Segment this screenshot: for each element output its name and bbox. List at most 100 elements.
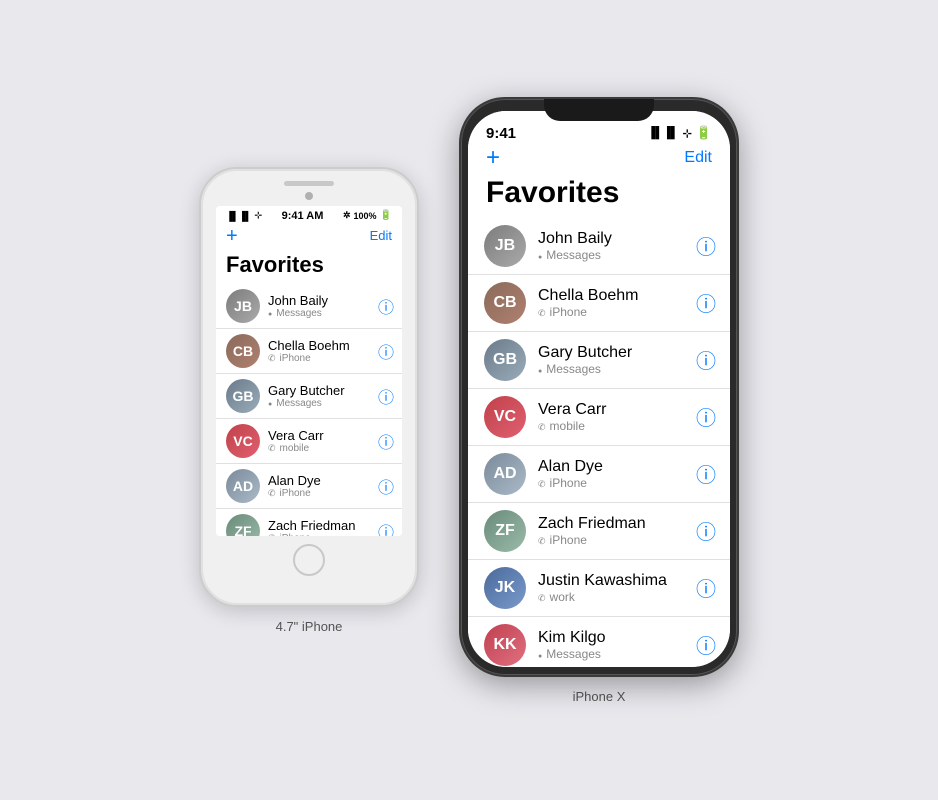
x-contact-item[interactable]: CB Chella Boehm iPhone ⓘ [468,275,730,332]
contact-name: Gary Butcher [538,344,696,362]
x-right-status-icons: ▐▌▐▌ ⊹ 🔋 [647,125,712,141]
phone-sub-icon [538,305,548,319]
x-nav-bar: + Edit [468,144,730,174]
phone-sub-icon [538,419,548,433]
info-button[interactable]: ⓘ [378,519,394,536]
contact-sub: iPhone [268,353,378,364]
contact-name: Vera Carr [268,428,378,443]
battery-label: 100% [354,211,377,221]
contact-avatar: AD [484,453,526,495]
contact-name: Alan Dye [538,458,696,476]
se-contact-item[interactable]: JB John Baily Messages ⓘ [216,284,402,329]
contact-avatar: VC [484,396,526,438]
se-contact-item[interactable]: ZF Zach Friedman iPhone ⓘ [216,509,402,536]
wifi-icon: ⊹ [255,210,263,221]
contact-name: Gary Butcher [268,383,378,398]
contact-info: Chella Boehm iPhone [268,338,378,364]
se-screen: ▐▌▐▌ ⊹ 9:41 AM ✲ 100% 🔋 + Edit Favorites [216,206,402,536]
x-contact-item[interactable]: JB John Baily Messages ⓘ [468,218,730,275]
x-signal-bars-icon: ▐▌▐▌ [647,127,678,139]
x-add-button[interactable]: + [486,146,500,170]
phone-sub-icon [538,590,548,604]
contact-name: Vera Carr [538,401,696,419]
info-button[interactable]: ⓘ [696,459,716,488]
info-button[interactable]: ⓘ [378,294,394,318]
info-button[interactable]: ⓘ [378,339,394,363]
se-add-button[interactable]: + [226,226,238,246]
x-wifi-icon: ⊹ [683,127,692,140]
se-speaker [284,181,334,186]
se-device-wrapper: ▐▌▐▌ ⊹ 9:41 AM ✲ 100% 🔋 + Edit Favorites [199,167,419,634]
contact-sub: work [538,590,696,604]
contact-name: Alan Dye [268,473,378,488]
info-button[interactable]: ⓘ [378,384,394,408]
contact-name: Zach Friedman [268,518,378,533]
info-button[interactable]: ⓘ [696,288,716,317]
info-button[interactable]: ⓘ [696,573,716,602]
msg-dot-icon [538,248,544,262]
contact-avatar: GB [226,379,260,413]
x-contact-item[interactable]: VC Vera Carr mobile ⓘ [468,389,730,446]
se-right-status-icons: ✲ 100% 🔋 [343,210,392,221]
contact-sub: iPhone [538,476,696,490]
contact-name: Justin Kawashima [538,572,696,590]
se-contact-item[interactable]: AD Alan Dye iPhone ⓘ [216,464,402,509]
x-notch [544,99,654,121]
iphone-se-device: ▐▌▐▌ ⊹ 9:41 AM ✲ 100% 🔋 + Edit Favorites [199,167,419,607]
contact-info: John Baily Messages [268,293,378,319]
x-contact-item[interactable]: JK Justin Kawashima work ⓘ [468,560,730,617]
contact-avatar: JB [226,289,260,323]
contact-avatar: AD [226,469,260,503]
contact-info: Gary Butcher Messages [268,383,378,409]
info-button[interactable]: ⓘ [696,231,716,260]
contact-info: Vera Carr mobile [268,428,378,454]
se-contact-list: JB John Baily Messages ⓘ CB Chella Boehm… [216,284,402,536]
info-button[interactable]: ⓘ [696,630,716,659]
contact-avatar: CB [484,282,526,324]
x-contact-item[interactable]: GB Gary Butcher Messages ⓘ [468,332,730,389]
se-contact-item[interactable]: CB Chella Boehm iPhone ⓘ [216,329,402,374]
se-nav-bar: + Edit [216,224,402,250]
x-device-label: iPhone X [573,689,626,704]
contact-sub: iPhone [268,488,378,499]
contact-name: John Baily [538,230,696,248]
se-contact-item[interactable]: VC Vera Carr mobile ⓘ [216,419,402,464]
info-button[interactable]: ⓘ [696,402,716,431]
contact-info: Zach Friedman iPhone [268,518,378,536]
contact-avatar: VC [226,424,260,458]
info-button[interactable]: ⓘ [696,516,716,545]
contact-info: John Baily Messages [538,230,696,262]
contact-name: Chella Boehm [538,287,696,305]
se-home-button[interactable] [293,544,325,576]
x-device-wrapper: 9:41 ▐▌▐▌ ⊹ 🔋 + Edit Favorites JB John B… [459,97,739,704]
x-page-title: Favorites [468,174,730,218]
x-contact-list: JB John Baily Messages ⓘ CB Chella Boehm… [468,218,730,667]
se-edit-button[interactable]: Edit [370,228,392,243]
msg-dot-icon [538,362,544,376]
info-button[interactable]: ⓘ [378,429,394,453]
contact-avatar: JB [484,225,526,267]
se-camera [305,192,313,200]
se-time: 9:41 AM [282,210,324,222]
phone-sub-icon [268,443,278,454]
x-contact-item[interactable]: KK Kim Kilgo Messages ⓘ [468,617,730,667]
x-edit-button[interactable]: Edit [684,149,712,167]
contact-sub: Messages [538,647,696,661]
x-contact-item[interactable]: AD Alan Dye iPhone ⓘ [468,446,730,503]
contact-info: Alan Dye iPhone [538,458,696,490]
contact-name: Zach Friedman [538,515,696,533]
x-contact-item[interactable]: ZF Zach Friedman iPhone ⓘ [468,503,730,560]
contact-sub: iPhone [268,533,378,536]
x-screen: 9:41 ▐▌▐▌ ⊹ 🔋 + Edit Favorites JB John B… [468,111,730,667]
info-button[interactable]: ⓘ [378,474,394,498]
info-button[interactable]: ⓘ [696,345,716,374]
phone-sub-icon [538,476,548,490]
contact-sub: mobile [538,419,696,433]
se-contact-item[interactable]: GB Gary Butcher Messages ⓘ [216,374,402,419]
contact-name: Chella Boehm [268,338,378,353]
msg-dot-icon [268,308,274,319]
contact-sub: Messages [538,362,696,376]
contact-info: Alan Dye iPhone [268,473,378,499]
phone-sub-icon [268,488,278,499]
x-battery-icon: 🔋 [696,125,712,141]
